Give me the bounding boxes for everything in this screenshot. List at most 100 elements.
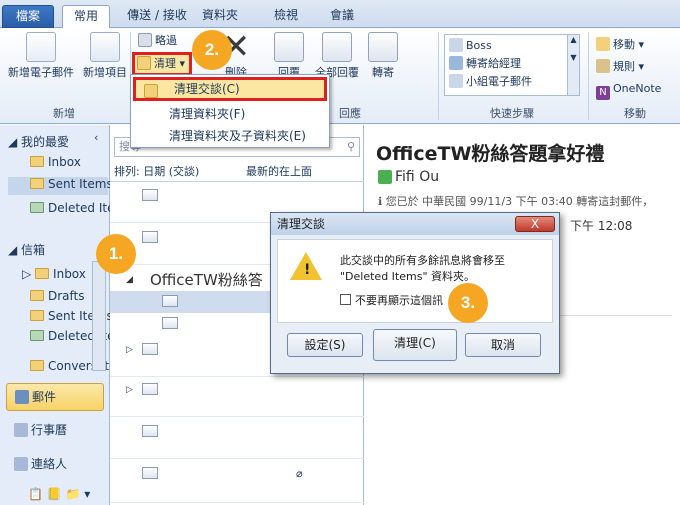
cancel-button[interactable]: 取消 xyxy=(465,333,541,357)
menu-cleanup-folder[interactable]: 清理資料夾(F) xyxy=(131,103,329,125)
nav-mail-label: 郵件 xyxy=(32,390,57,404)
quick-steps-gallery: Boss 轉寄給經理 小組電子郵件 ▲ ▼ xyxy=(444,34,580,96)
ignore-icon xyxy=(138,33,152,47)
ribbon-tab-strip: 檔案 常用 傳送 / 接收 資料夾 檢視 會議 xyxy=(0,0,680,28)
fav-inbox[interactable]: Inbox xyxy=(30,155,81,169)
forward-envelope-icon xyxy=(162,295,178,307)
mailbox-header[interactable]: ◢ 信箱 xyxy=(8,241,45,258)
settings-button[interactable]: 設定(S) xyxy=(287,333,363,357)
quick-step-boss[interactable]: Boss xyxy=(449,37,492,55)
dont-show-checkbox[interactable]: 不要再顯示這個訊 xyxy=(340,292,443,308)
expand-icon: ▷ xyxy=(126,385,133,395)
quick-step-team-email[interactable]: 小組電子郵件 xyxy=(449,73,532,91)
nav-calendar-label: 行事曆 xyxy=(31,423,68,437)
sender[interactable]: Fifi Ou xyxy=(378,169,439,185)
nav-contacts-label: 連絡人 xyxy=(31,457,68,471)
tab-home[interactable]: 常用 xyxy=(62,5,110,28)
quick-step-label: Boss xyxy=(466,39,492,52)
quick-step-icon xyxy=(449,38,463,52)
gallery-scroll[interactable]: ▲ ▼ xyxy=(567,35,579,95)
nav-scrollbar[interactable] xyxy=(92,261,106,371)
new-items-label: 新增項目 xyxy=(83,66,127,79)
favorites-header[interactable]: ◢ 我的最愛 xyxy=(8,133,69,150)
message-subject: OfficeTW粉絲答題拿好禮 xyxy=(376,143,605,165)
reply-all-button[interactable]: 全部回覆 xyxy=(312,32,362,80)
nav-more-icons[interactable]: 📋 📒 📁 ▾ xyxy=(28,487,90,501)
attachment-icon: ⌀ xyxy=(296,467,303,480)
ribbon-separator xyxy=(588,32,589,120)
search-icon: ⚲ xyxy=(346,140,355,153)
expand-icon: ▷ xyxy=(126,345,133,355)
navigation-pane: ◢ 我的最愛 ‹ Inbox Sent Items Deleted Items … xyxy=(0,125,174,505)
dialog-message-2: "Deleted Items" 資料夾。 xyxy=(340,270,476,283)
onenote-button[interactable]: N OneNote xyxy=(596,80,662,100)
fav-sent-items[interactable]: Sent Items xyxy=(8,177,113,195)
new-items-icon xyxy=(90,32,120,62)
cleanup-menu: 清理交談(C) 清理資料夾(F) 清理資料夾及子資料夾(E) xyxy=(130,74,330,148)
dialog-body: ! 此交談中的所有多餘訊息將會移至 "Deleted Items" 資料夾。 不… xyxy=(277,239,553,323)
nav-mail-button[interactable]: 郵件 xyxy=(6,383,104,411)
ribbon: 新增電子郵件 新增項目 新增 略過 清理 ▾ ✕ 刪除 回覆 全部回覆 轉寄 回… xyxy=(0,28,680,124)
reply-all-icon xyxy=(322,32,352,62)
collapse-icon[interactable]: ‹ xyxy=(94,131,98,144)
list-item[interactable]: ⌀ xyxy=(110,459,364,503)
group-label-quick-steps: 快速步驟 xyxy=(490,107,534,120)
ribbon-separator xyxy=(438,32,439,120)
quick-step-icon xyxy=(449,74,463,88)
tab-meeting[interactable]: 會議 xyxy=(318,5,366,28)
box-inbox[interactable]: ▷ Inbox xyxy=(22,267,86,281)
step-marker-1: 1. xyxy=(96,234,136,274)
reply-button[interactable]: 回覆 xyxy=(272,32,306,80)
tab-send-receive[interactable]: 傳送 / 接收 xyxy=(118,5,196,28)
onenote-label: OneNote xyxy=(613,82,662,95)
dialog-cleanup-button[interactable]: 清理(C) xyxy=(373,329,457,361)
new-email-button[interactable]: 新增電子郵件 xyxy=(6,32,76,80)
info-bar[interactable]: ℹ 您已於 中華民國 99/11/3 下午 03:40 轉寄這封郵件， xyxy=(378,193,653,209)
received-time: 下午 12:08 xyxy=(570,219,633,233)
nav-contacts-button[interactable]: 連絡人 xyxy=(14,455,67,472)
recycle-bin-icon xyxy=(30,330,44,341)
quick-step-label: 小組電子郵件 xyxy=(466,75,532,88)
list-item[interactable]: ▷ xyxy=(110,377,364,417)
ignore-button[interactable]: 略過 xyxy=(138,32,177,50)
rules-button[interactable]: 規則 ▾ xyxy=(596,58,644,76)
envelope-icon xyxy=(142,231,158,243)
tab-folder[interactable]: 資料夾 xyxy=(196,5,244,28)
move-button[interactable]: 移動 ▾ xyxy=(596,36,644,54)
folder-icon xyxy=(30,310,44,321)
step-marker-3: 3. xyxy=(448,283,488,323)
forward-envelope-icon xyxy=(162,317,178,329)
folder-icon xyxy=(30,290,44,301)
forward-button[interactable]: 轉寄 xyxy=(366,32,400,80)
sort-by[interactable]: 排列: 日期 (交談) xyxy=(114,163,199,179)
quick-step-forward-manager[interactable]: 轉寄給經理 xyxy=(449,55,521,73)
folder-icon xyxy=(35,268,50,279)
sort-order[interactable]: 最新的在上面 xyxy=(246,163,312,179)
checkbox-label: 不要再顯示這個訊 xyxy=(355,294,443,307)
mail-icon xyxy=(15,390,29,404)
box-drafts[interactable]: Drafts xyxy=(30,289,85,303)
contacts-icon xyxy=(14,457,28,471)
move-icon xyxy=(596,37,610,51)
checkbox-box[interactable] xyxy=(340,294,351,305)
forward-label: 轉寄 xyxy=(372,66,394,79)
rules-label: 規則 xyxy=(613,60,635,73)
group-label-new: 新增 xyxy=(53,107,75,120)
folder-icon xyxy=(30,156,44,167)
reply-icon xyxy=(274,32,304,62)
tab-file[interactable]: 檔案 xyxy=(2,5,54,28)
menu-cleanup-folder-subfolders[interactable]: 清理資料夾及子資料夾(E) xyxy=(131,125,329,147)
new-email-label: 新增電子郵件 xyxy=(8,66,74,79)
new-items-button[interactable]: 新增項目 xyxy=(82,32,128,80)
envelope-icon xyxy=(142,343,158,355)
menu-cleanup-conversation[interactable]: 清理交談(C) xyxy=(133,77,327,101)
dialog-close-button[interactable]: X xyxy=(515,216,555,232)
warning-mark: ! xyxy=(304,262,311,278)
tab-view[interactable]: 檢視 xyxy=(262,5,310,28)
nav-calendar-button[interactable]: 行事曆 xyxy=(14,421,67,438)
new-email-icon xyxy=(26,32,56,62)
cleanup-dialog: 清理交談 X ! 此交談中的所有多餘訊息將會移至 "Deleted Items"… xyxy=(270,212,560,374)
list-item[interactable] xyxy=(110,417,364,459)
cleanup-button[interactable]: 清理 ▾ xyxy=(132,52,192,76)
envelope-icon xyxy=(142,383,158,395)
